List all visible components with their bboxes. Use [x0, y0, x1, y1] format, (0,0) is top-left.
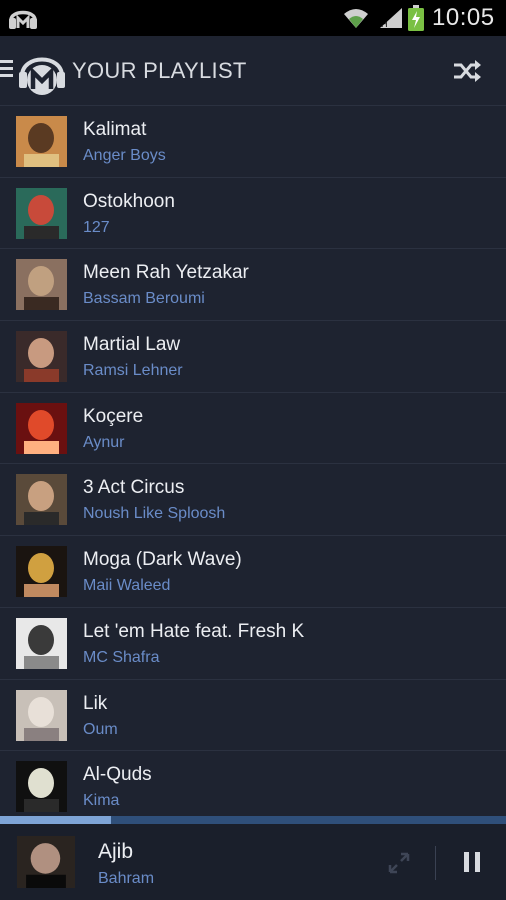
playlist: Kalimat Anger Boys Ostokhoon 127 Meen Rah Ye… [0, 106, 506, 816]
album-art [16, 331, 67, 383]
hamburger-icon[interactable] [0, 60, 14, 80]
playlist-item[interactable]: Moga (Dark Wave) Maii Waleed [0, 536, 506, 608]
now-playing-artist: Bahram [98, 870, 155, 887]
playback-progress-fill [0, 816, 112, 824]
svg-text:H: H [381, 19, 388, 29]
pause-icon[interactable] [460, 850, 484, 874]
album-art [16, 617, 67, 669]
song-title: Let 'em Hate feat. Fresh K [83, 620, 305, 642]
artist-name: Bassam Beroumi [83, 290, 205, 308]
song-title: Martial Law [83, 334, 181, 356]
artist-name: Kima [83, 792, 120, 810]
artist-name: Ramsi Lehner [83, 362, 183, 380]
playlist-item[interactable]: Kalimat Anger Boys [0, 106, 506, 178]
playlist-item[interactable]: Martial Law Ramsi Lehner [0, 321, 506, 393]
song-title: Meen Rah Yetzakar [83, 262, 249, 284]
expand-icon[interactable] [386, 850, 412, 876]
song-title: Kalimat [83, 119, 147, 140]
playlist-item[interactable]: Ostokhoon 127 [0, 178, 506, 250]
album-art [16, 402, 67, 454]
playlist-item[interactable]: Koçere Aynur [0, 393, 506, 465]
playlist-item[interactable]: Al-Quds Kima [0, 751, 506, 816]
artist-name: Oum [83, 720, 118, 738]
song-title: 3 Act Circus [83, 477, 185, 499]
headphones-notification-icon [9, 10, 37, 29]
album-art [16, 116, 67, 167]
headphones-m-logo-icon[interactable] [16, 46, 68, 98]
song-title: Koçere [83, 405, 144, 427]
album-art [16, 689, 67, 741]
artist-name: MC Shafra [83, 648, 160, 666]
page-title: YOUR PLAYLIST [72, 58, 247, 83]
album-art [16, 187, 67, 239]
clock-time: 10:05 [432, 4, 495, 31]
playlist-item[interactable]: Lik Oum [0, 680, 506, 752]
now-playing-song-title: Ajib [98, 840, 134, 863]
song-title: Moga (Dark Wave) [83, 549, 242, 571]
artist-name: Maii Waleed [83, 577, 171, 595]
song-title: Ostokhoon [83, 190, 175, 212]
now-playing-bar[interactable]: Ajib Bahram [0, 824, 506, 900]
battery-charging-icon [408, 5, 424, 31]
playlist-item[interactable]: 3 Act Circus Noush Like Sploosh [0, 464, 506, 537]
action-bar: YOUR PLAYLIST [0, 36, 506, 106]
album-art [16, 546, 67, 598]
artist-name: Anger Boys [83, 147, 166, 164]
playlist-item[interactable]: Let 'em Hate feat. Fresh K MC Shafra [0, 608, 506, 680]
playlist-item[interactable]: Meen Rah Yetzakar Bassam Beroumi [0, 249, 506, 322]
album-art [16, 761, 67, 813]
signal-icon: H [380, 8, 402, 29]
divider [435, 846, 436, 880]
artist-name: 127 [83, 218, 110, 236]
artist-name: Noush Like Sploosh [83, 505, 226, 523]
album-art [16, 259, 67, 311]
wifi-icon [344, 9, 368, 28]
song-title: Al-Quds [83, 764, 152, 786]
song-title: Lik [83, 692, 108, 714]
album-art [16, 474, 67, 526]
now-playing-album-art [17, 836, 75, 888]
shuffle-icon[interactable] [452, 58, 482, 84]
playback-progress-bar[interactable] [0, 816, 506, 824]
status-bar: H 10:05 [0, 0, 506, 36]
artist-name: Aynur [83, 433, 125, 451]
